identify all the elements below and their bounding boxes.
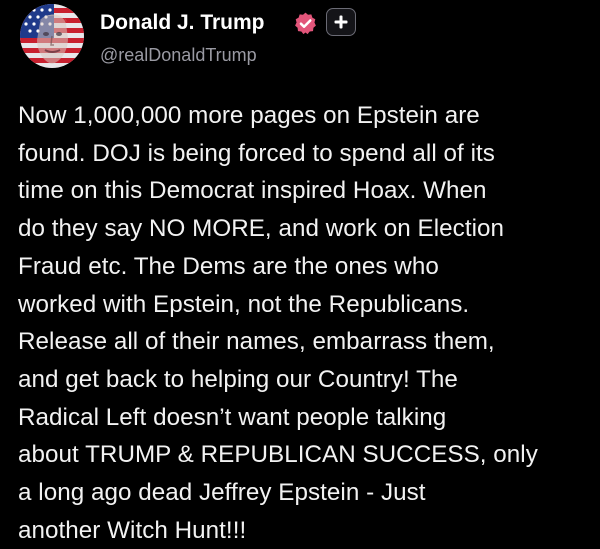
post-text-line: another Witch Hunt!!! [18,516,247,544]
post-text-line: worked with Epstein, not the Republicans… [18,290,470,318]
post-text-line: about TRUMP & REPUBLICAN SUCCESS, only [18,441,538,469]
follow-button[interactable] [326,8,356,36]
post-text-line: found. DOJ is being forced to spend all … [18,139,495,167]
post-text-line: Radical Left doesn’t want people talking [18,403,447,431]
post-text-line: Release all of their names, embarrass th… [18,328,495,356]
post-text-line: time on this Democrat inspired Hoax. Whe… [18,177,487,205]
post-text: Now 1,000,000 more pages on Epstein are … [18,97,593,549]
post-card: Donald J. Trump @realDonaldTrump Now 1,0… [0,0,600,544]
post-text-line: a long ago dead Jeffrey Epstein - Just [18,479,426,507]
user-handle[interactable]: @realDonaldTrump [100,44,257,66]
post-text-line: do they say NO MORE, and work on Electio… [18,215,505,243]
post-text-line: Now 1,000,000 more pages on Epstein are [18,102,480,129]
post-text-line: Fraud etc. The Dems are the ones who [18,252,439,280]
avatar[interactable] [20,4,84,68]
post-text-line: and get back to helping our Country! The [18,365,458,393]
display-name[interactable]: Donald J. Trump [100,10,265,36]
avatar-image [20,4,84,68]
plus-icon [334,15,348,29]
verified-badge-icon [295,12,316,35]
